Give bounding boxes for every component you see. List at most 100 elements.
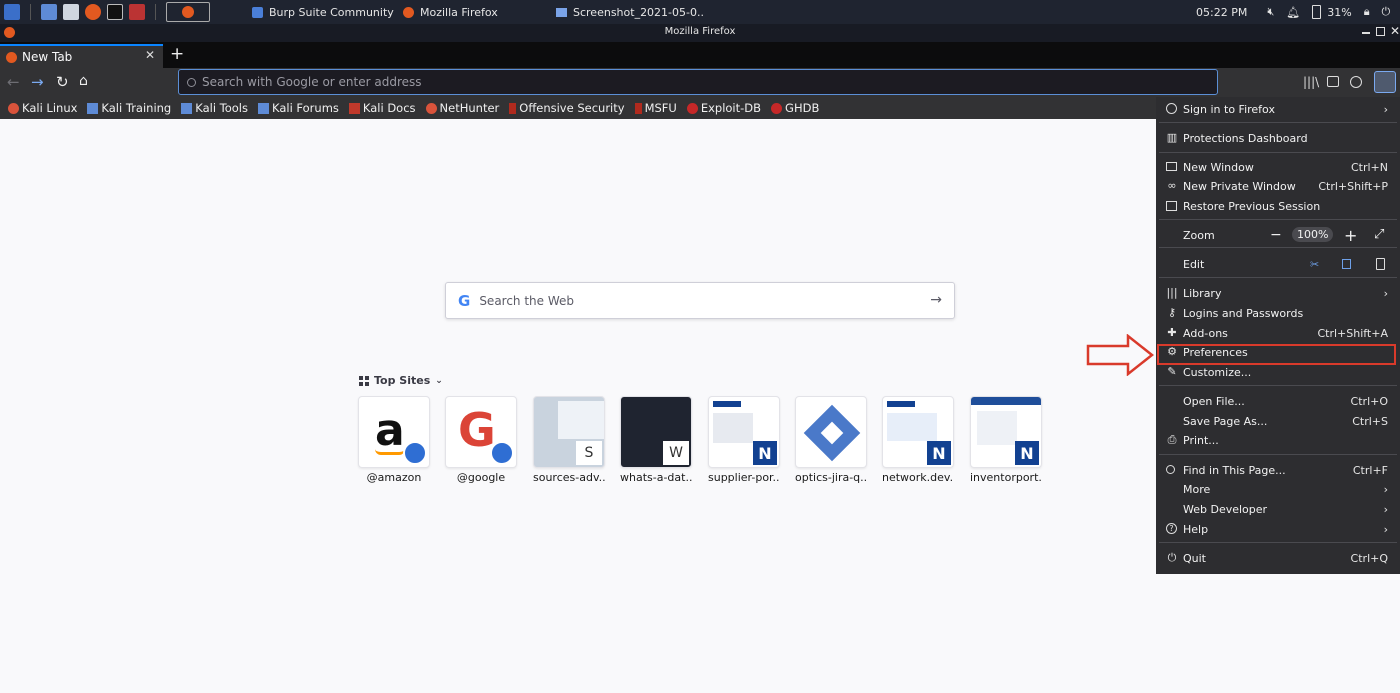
menu-library[interactable]: ||| Library › (1156, 284, 1400, 303)
back-arrow-icon[interactable]: ← (7, 73, 20, 91)
top-site-tile[interactable]: G @google (445, 396, 517, 484)
top-site-tile[interactable]: optics-jira-q... (795, 396, 867, 484)
site-label: sources-adv... (533, 471, 605, 484)
bookmark-label: Kali Tools (195, 101, 248, 115)
menu-restore-session[interactable]: Restore Previous Session (1156, 197, 1400, 216)
task-screenshot[interactable]: Screenshot_2021-05-0... (573, 6, 703, 19)
menu-label: Logins and Passwords (1183, 307, 1304, 320)
bookmark-item[interactable]: GHDB (771, 101, 819, 115)
kali-menu-icon[interactable] (4, 4, 20, 20)
top-site-tile[interactable]: S sources-adv... (533, 396, 605, 484)
bookmark-item[interactable]: Kali Training (87, 101, 171, 115)
new-window-icon (1166, 162, 1177, 171)
top-site-tile[interactable]: a @amazon (358, 396, 430, 484)
menu-separator (1159, 219, 1397, 220)
hamburger-menu-icon[interactable] (1374, 71, 1396, 93)
task-firefox[interactable]: Mozilla Firefox (420, 6, 550, 19)
menu-add-ons[interactable]: ✚ Add-ons Ctrl+Shift+A (1156, 324, 1400, 343)
menu-print[interactable]: ⎙ Print... (1156, 431, 1400, 450)
menu-protections-dashboard[interactable]: ▥ Protections Dashboard (1156, 129, 1400, 148)
menu-find-in-page[interactable]: Find in This Page... Ctrl+F (1156, 461, 1400, 480)
library-icon: ||| (1166, 286, 1178, 299)
minimize-icon[interactable] (1362, 32, 1370, 34)
menu-open-file[interactable]: Open File... Ctrl+O (1156, 392, 1400, 411)
firefox-launcher-icon[interactable] (85, 4, 101, 20)
menu-customize[interactable]: ✎ Customize... (1156, 363, 1400, 382)
account-icon[interactable] (1350, 76, 1362, 88)
menu-label: Help (1183, 523, 1209, 536)
search-go-arrow-icon[interactable]: → (930, 292, 942, 308)
app-menu: Sign in to Firefox › ▥ Protections Dashb… (1156, 97, 1400, 574)
close-tab-icon[interactable]: ✕ (145, 48, 155, 62)
zoom-reset-button[interactable]: 100% (1292, 227, 1334, 242)
burp-launcher-icon[interactable] (129, 4, 145, 20)
paste-icon[interactable] (1376, 258, 1385, 270)
library-icon[interactable]: |||\ (1303, 75, 1319, 89)
volume-icon[interactable]: 🔇︎ (1267, 5, 1274, 19)
top-site-tile[interactable]: N supplier-por... (708, 396, 780, 484)
amazon-smile-icon (375, 449, 405, 455)
zoom-out-button[interactable]: − (1270, 227, 1282, 243)
site-label: @amazon (366, 471, 422, 484)
address-bar[interactable]: Search with Google or enter address (178, 69, 1218, 95)
menu-more[interactable]: More › (1156, 480, 1400, 499)
menu-zoom: Zoom − 100% + ⤢ (1156, 226, 1400, 245)
menu-help[interactable]: ? Help › (1156, 520, 1400, 539)
menu-save-page[interactable]: Save Page As... Ctrl+S (1156, 412, 1400, 431)
kali-icon (258, 102, 269, 114)
menu-web-developer[interactable]: Web Developer › (1156, 500, 1400, 519)
notification-bell-icon[interactable]: 🔔︎ (1286, 6, 1300, 19)
lock-icon[interactable]: 🔒︎ (1364, 5, 1370, 19)
home-icon[interactable]: ⌂ (79, 73, 88, 89)
bookmark-item[interactable]: Kali Linux (8, 101, 77, 115)
sidebar-icon[interactable] (1327, 76, 1339, 87)
active-window-button[interactable] (166, 2, 210, 22)
menu-logins-passwords[interactable]: ⚷ Logins and Passwords (1156, 304, 1400, 323)
bookmark-item[interactable]: Exploit-DB (686, 101, 761, 115)
bookmark-item[interactable]: MSFU (634, 101, 677, 115)
tab-strip: New Tab ✕ + (0, 42, 1400, 68)
zoom-in-button[interactable]: + (1344, 226, 1357, 245)
cut-icon[interactable]: ✂ (1310, 258, 1319, 271)
site-thumbnail (795, 396, 867, 468)
reload-icon[interactable]: ↻ (56, 73, 69, 91)
web-search-input[interactable]: G Search the Web → (445, 282, 955, 319)
battery-icon[interactable] (1312, 5, 1322, 19)
firefox-icon (182, 6, 194, 18)
copy-icon[interactable] (1342, 259, 1351, 269)
top-site-tile[interactable]: N inventorport... (970, 396, 1042, 484)
navigation-toolbar: ← → ↻ ⌂ Search with Google or enter addr… (0, 68, 1400, 97)
task-burp[interactable]: Burp Suite Community E... (269, 6, 397, 19)
desktop-icon[interactable] (41, 4, 57, 20)
files-icon[interactable] (63, 4, 79, 20)
top-site-tile[interactable]: W whats-a-dat... (620, 396, 692, 484)
site-thumbnail: G (445, 396, 517, 468)
fullscreen-icon[interactable]: ⤢ (1374, 227, 1384, 242)
menu-separator (1159, 454, 1397, 455)
menu-quit[interactable]: ⏻ Quit Ctrl+Q (1156, 549, 1400, 568)
forward-arrow-icon[interactable]: → (31, 73, 44, 91)
menu-new-private-window[interactable]: ∞ New Private Window Ctrl+Shift+P (1156, 177, 1400, 196)
clock[interactable]: 05:22 PM (1196, 6, 1247, 19)
new-tab-plus-icon[interactable]: + (170, 44, 184, 64)
bookmark-item[interactable]: Kali Tools (181, 101, 248, 115)
menu-new-window[interactable]: New Window Ctrl+N (1156, 158, 1400, 177)
menu-label: Print... (1183, 434, 1219, 447)
tab-new-tab[interactable]: New Tab ✕ (0, 44, 163, 68)
menu-label: Add-ons (1183, 327, 1228, 340)
private-mask-icon: ∞ (1167, 179, 1177, 192)
power-icon[interactable]: ⏻ (1382, 5, 1391, 19)
bookmark-item[interactable]: Kali Forums (258, 101, 339, 115)
bookmark-item[interactable]: Kali Docs (348, 101, 416, 115)
menu-label: New Private Window (1183, 180, 1296, 193)
top-site-tile[interactable]: N network.dev... (882, 396, 954, 484)
menu-separator (1159, 122, 1397, 123)
terminal-icon[interactable] (107, 4, 123, 20)
kali-icon (181, 102, 193, 114)
bookmark-item[interactable]: NetHunter (425, 101, 499, 115)
close-window-icon[interactable]: ✕ (1390, 24, 1400, 38)
top-sites-header[interactable]: Top Sites ⌄ (359, 374, 443, 387)
menu-sign-in[interactable]: Sign in to Firefox › (1156, 100, 1400, 119)
maximize-icon[interactable] (1376, 27, 1385, 36)
bookmark-item[interactable]: Offensive Security (509, 101, 625, 115)
